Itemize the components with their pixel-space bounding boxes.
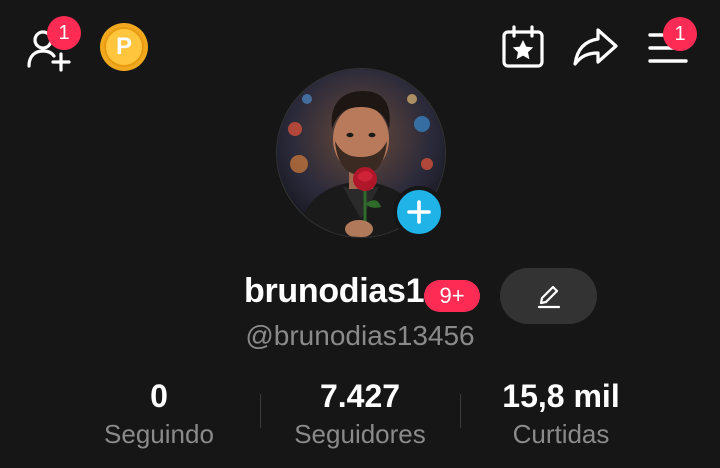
stat-label: Seguindo: [104, 419, 214, 449]
calendar-button[interactable]: [500, 24, 546, 70]
notification-pill[interactable]: 9+: [424, 280, 480, 312]
pencil-icon: [537, 285, 560, 309]
coins-button[interactable]: P: [100, 23, 148, 71]
stat-likes[interactable]: 15,8 mil Curtidas: [461, 378, 661, 450]
share-icon: [573, 28, 618, 66]
username: brunodias1: [244, 272, 425, 310]
add-story-button[interactable]: [393, 186, 445, 238]
menu-notification-badge: 1: [663, 17, 697, 51]
coin-label: P: [115, 33, 132, 60]
edit-profile-button[interactable]: [500, 268, 597, 324]
calendar-star-icon: [502, 25, 544, 68]
stat-value: 0: [150, 378, 168, 414]
share-button[interactable]: [572, 26, 620, 68]
plus-icon: [407, 200, 431, 224]
stat-followers[interactable]: 7.427 Seguidores: [260, 378, 460, 450]
coin-icon: P: [104, 27, 144, 67]
stat-label: Curtidas: [512, 419, 610, 449]
stat-label: Seguidores: [294, 419, 426, 449]
user-handle: @brunodias13456: [245, 320, 475, 351]
stat-following[interactable]: 0 Seguindo: [59, 378, 259, 450]
stat-value: 7.427: [319, 378, 401, 414]
stat-value: 15,8 mil: [502, 378, 620, 414]
friends-notification-badge: 1: [47, 16, 81, 50]
